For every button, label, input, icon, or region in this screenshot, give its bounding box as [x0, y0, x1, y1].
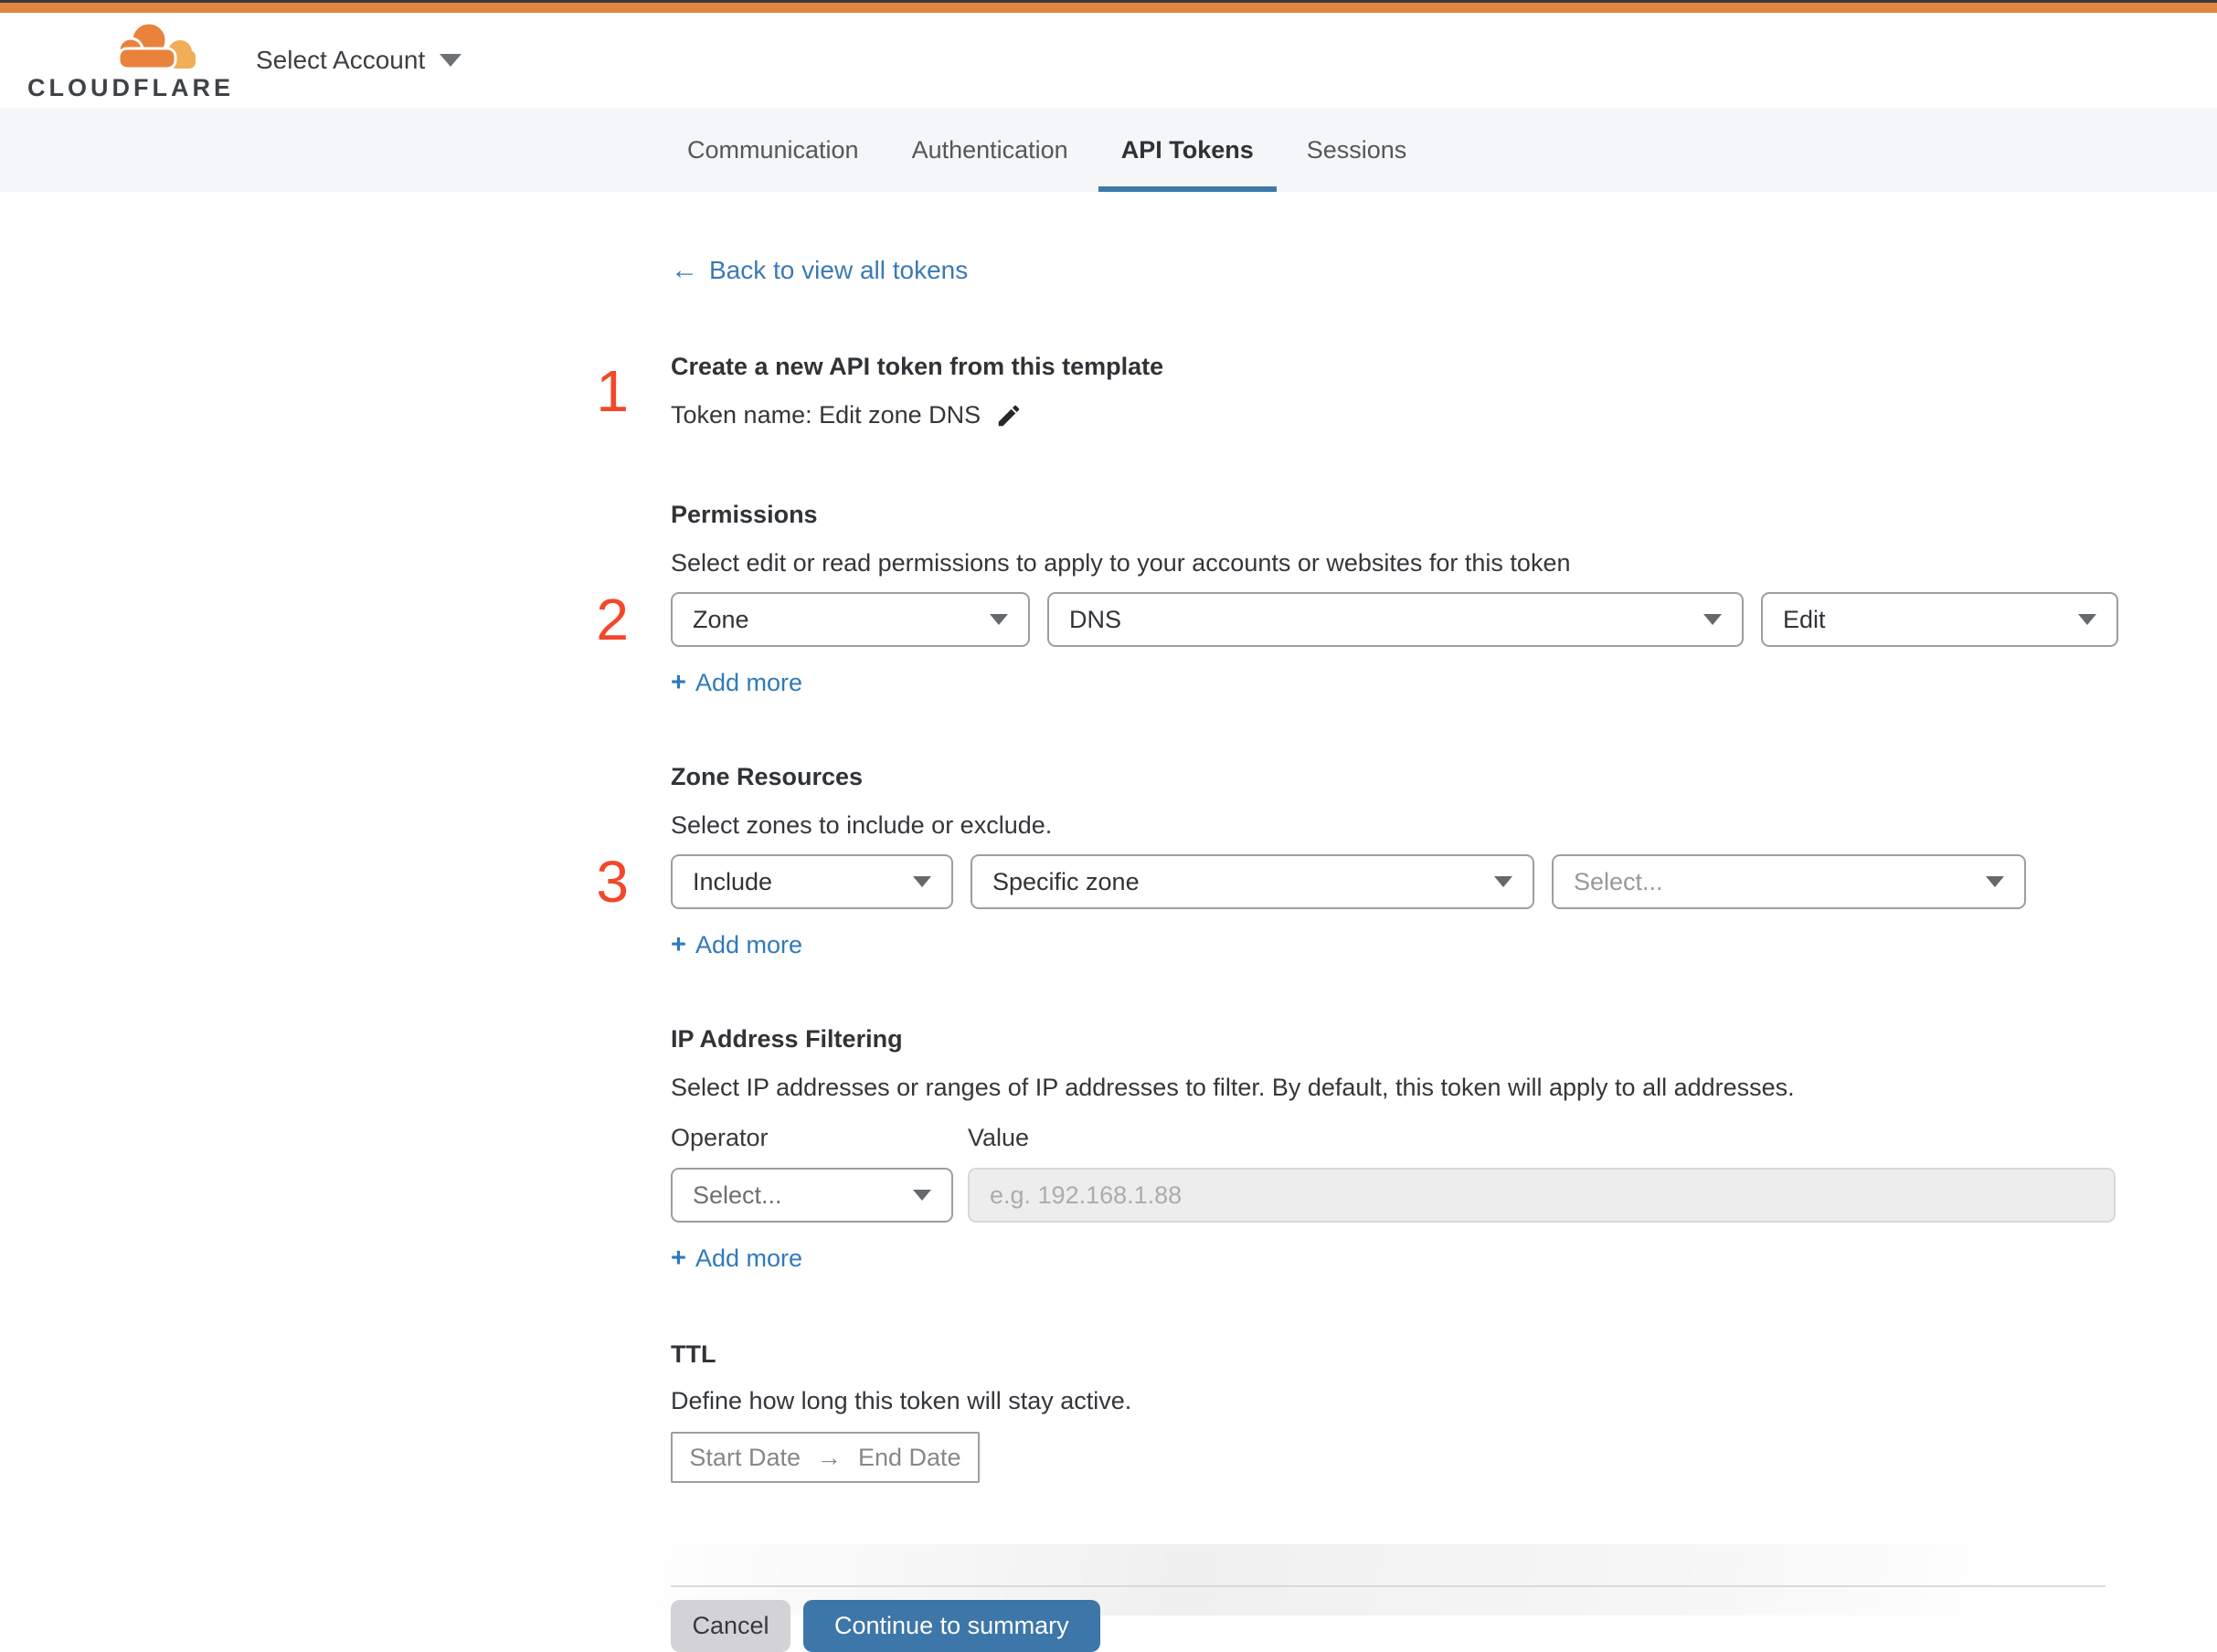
- tab-authentication[interactable]: Authentication: [889, 108, 1091, 192]
- zone-resources-select-row: 3 Include Specific zone Select...: [596, 852, 2118, 911]
- account-selector[interactable]: Select Account: [256, 46, 462, 75]
- chevron-down-icon: [990, 614, 1008, 625]
- chevron-down-icon: [1494, 876, 1512, 887]
- back-arrow-icon: ←: [671, 255, 698, 285]
- ttl-section: TTL Define how long this token will stay…: [671, 1340, 2118, 1483]
- tab-api-tokens[interactable]: API Tokens: [1098, 108, 1277, 192]
- ip-filtering-section: IP Address Filtering Select IP addresses…: [671, 1025, 2118, 1273]
- chevron-down-icon: [913, 1190, 931, 1201]
- tab-communication[interactable]: Communication: [664, 108, 882, 192]
- token-template-form: ← Back to view all tokens 1 Create a new…: [596, 192, 2118, 1652]
- plus-icon: +: [671, 668, 686, 697]
- chevron-down-icon: [1986, 876, 2004, 887]
- footer-divider: [671, 1585, 2106, 1587]
- chevron-down-icon: [1703, 614, 1722, 625]
- permission-scope-value: Zone: [693, 605, 749, 633]
- cloudflare-cloud-icon: [27, 19, 203, 72]
- continue-to-summary-button[interactable]: Continue to summary: [803, 1600, 1100, 1652]
- zone-resources-section: Zone Resources Select zones to include o…: [596, 763, 2118, 959]
- token-name-text: Token name: Edit zone DNS: [671, 401, 981, 429]
- back-link-label: Back to view all tokens: [709, 256, 969, 284]
- ip-operator-placeholder: Select...: [693, 1181, 782, 1209]
- chevron-down-icon: [2078, 614, 2096, 625]
- ip-value-input[interactable]: [968, 1168, 2116, 1223]
- zone-picker-select[interactable]: Select...: [1552, 854, 2026, 909]
- brand-accent-bar: [0, 3, 2217, 13]
- operator-label: Operator: [671, 1124, 769, 1151]
- token-intro-block: 1 Create a new API token from this templ…: [596, 353, 2118, 429]
- account-selector-label: Select Account: [256, 46, 426, 74]
- zone-include-value: Include: [693, 867, 773, 895]
- plus-icon: +: [671, 1244, 686, 1273]
- permissions-add-more-link[interactable]: + Add more: [671, 669, 802, 697]
- ip-filtering-labels-row: Operator Value: [671, 1124, 2118, 1152]
- back-to-tokens-link[interactable]: ← Back to view all tokens: [671, 256, 968, 285]
- add-more-label: Add more: [695, 1244, 802, 1272]
- permission-level-select[interactable]: Edit: [1761, 592, 2118, 647]
- permission-level-value: Edit: [1783, 605, 1826, 633]
- zone-picker-placeholder: Select...: [1574, 867, 1663, 895]
- zone-kind-select[interactable]: Specific zone: [971, 854, 1534, 909]
- ip-filtering-add-more-link[interactable]: + Add more: [671, 1244, 802, 1273]
- zone-resources-add-more-link[interactable]: + Add more: [671, 931, 802, 959]
- range-arrow-icon: →: [816, 1443, 842, 1471]
- ttl-date-range-picker[interactable]: Start Date → End Date: [671, 1432, 980, 1483]
- permissions-heading: Permissions: [671, 501, 818, 528]
- token-name-row: Token name: Edit zone DNS: [671, 401, 2118, 429]
- start-date-placeholder: Start Date: [689, 1443, 801, 1471]
- chevron-down-icon: [913, 876, 931, 887]
- add-more-label: Add more: [695, 931, 802, 958]
- ip-operator-select[interactable]: Select...: [671, 1168, 953, 1223]
- cancel-button[interactable]: Cancel: [671, 1600, 790, 1652]
- chevron-down-icon: [440, 54, 462, 67]
- app-header: CLOUDFLARE Select Account: [0, 13, 2217, 108]
- logo-wordmark: CLOUDFLARE: [27, 73, 234, 101]
- permissions-select-row: 2 Zone DNS Edit: [596, 590, 2118, 649]
- zone-kind-value: Specific zone: [992, 867, 1140, 895]
- cloudflare-logo[interactable]: CLOUDFLARE: [27, 19, 234, 102]
- step-number-3: 3: [596, 849, 629, 915]
- plus-icon: +: [671, 930, 686, 959]
- zone-resources-description: Select zones to include or exclude.: [671, 811, 1053, 839]
- ttl-heading: TTL: [671, 1340, 716, 1368]
- page-title: Create a new API token from this templat…: [671, 353, 1164, 380]
- tab-sessions[interactable]: Sessions: [1284, 108, 1430, 192]
- profile-tabbar: Communication Authentication API Tokens …: [0, 108, 2217, 192]
- add-more-label: Add more: [695, 669, 802, 696]
- edit-pencil-icon[interactable]: [995, 402, 1023, 429]
- permissions-description: Select edit or read permissions to apply…: [671, 549, 1571, 577]
- step-number-1: 1: [596, 358, 629, 424]
- permission-group-value: DNS: [1069, 605, 1122, 633]
- permission-scope-select[interactable]: Zone: [671, 592, 1030, 647]
- zone-resources-heading: Zone Resources: [671, 763, 864, 790]
- value-label: Value: [968, 1124, 1030, 1151]
- ip-filtering-heading: IP Address Filtering: [671, 1025, 903, 1053]
- footer-actions: Cancel Continue to summary: [671, 1600, 2118, 1652]
- permission-group-select[interactable]: DNS: [1047, 592, 1744, 647]
- end-date-placeholder: End Date: [857, 1443, 961, 1471]
- zone-include-select[interactable]: Include: [671, 854, 953, 909]
- permissions-section: Permissions Select edit or read permissi…: [596, 501, 2118, 697]
- ttl-description: Define how long this token will stay act…: [671, 1387, 1132, 1414]
- step-number-2: 2: [596, 587, 629, 652]
- ip-filtering-input-row: Select...: [671, 1168, 2118, 1223]
- ip-filtering-description: Select IP addresses or ranges of IP addr…: [671, 1074, 1795, 1101]
